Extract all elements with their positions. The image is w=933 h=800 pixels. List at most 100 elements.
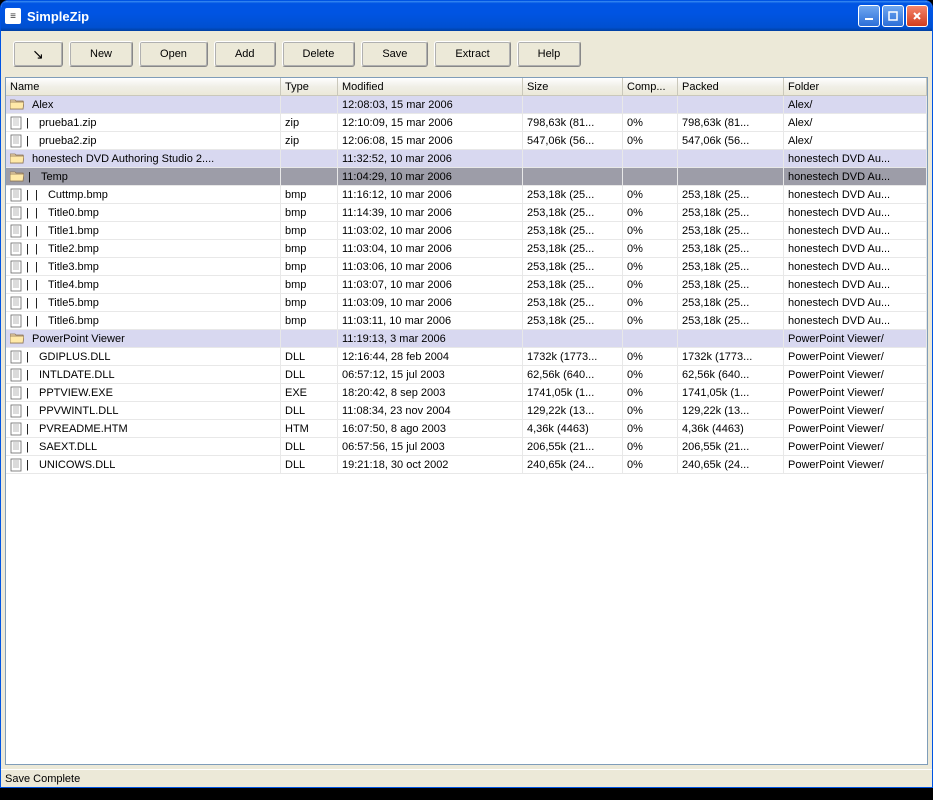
- column-header-modified[interactable]: Modified: [338, 78, 523, 95]
- close-button[interactable]: [906, 5, 928, 27]
- file-list: Name Type Modified Size Comp... Packed F…: [5, 77, 928, 765]
- maximize-button[interactable]: [882, 5, 904, 27]
- cell-name: PowerPoint Viewer: [6, 330, 281, 347]
- file-name: GDIPLUS.DLL: [39, 351, 111, 363]
- table-row[interactable]: | | Title6.bmpbmp11:03:11, 10 mar 200625…: [6, 312, 927, 330]
- cell-modified: 11:03:11, 10 mar 2006: [338, 312, 523, 329]
- cell-compression: 0%: [623, 114, 678, 131]
- cell-packed: 547,06k (56...: [678, 132, 784, 149]
- folder-icon: [10, 333, 24, 344]
- cell-size: 62,56k (640...: [523, 366, 623, 383]
- cell-type: [281, 168, 338, 185]
- cell-packed: 1741,05k (1...: [678, 384, 784, 401]
- table-row[interactable]: | PPTVIEW.EXEEXE18:20:42, 8 sep 20031741…: [6, 384, 927, 402]
- file-icon: [10, 368, 22, 382]
- folder-icon: [10, 153, 24, 164]
- column-header-packed[interactable]: Packed: [678, 78, 784, 95]
- cell-name: | UNICOWS.DLL: [6, 456, 281, 473]
- file-name: Title3.bmp: [48, 261, 99, 273]
- table-row[interactable]: | SAEXT.DLLDLL06:57:56, 15 jul 2003206,5…: [6, 438, 927, 456]
- cell-compression: 0%: [623, 258, 678, 275]
- save-button[interactable]: Save: [361, 41, 428, 67]
- cell-folder: honestech DVD Au...: [784, 258, 927, 275]
- cell-packed: [678, 96, 784, 113]
- column-header-compression[interactable]: Comp...: [623, 78, 678, 95]
- tree-view-button[interactable]: ↘: [13, 41, 63, 67]
- cell-packed: 206,55k (21...: [678, 438, 784, 455]
- cell-name: | INTLDATE.DLL: [6, 366, 281, 383]
- help-button[interactable]: Help: [517, 41, 582, 67]
- table-row[interactable]: | INTLDATE.DLLDLL06:57:12, 15 jul 200362…: [6, 366, 927, 384]
- table-row[interactable]: | | Title3.bmpbmp11:03:06, 10 mar 200625…: [6, 258, 927, 276]
- cell-compression: 0%: [623, 348, 678, 365]
- table-row[interactable]: | GDIPLUS.DLLDLL12:16:44, 28 feb 2004173…: [6, 348, 927, 366]
- file-name: UNICOWS.DLL: [39, 459, 115, 471]
- status-text: Save Complete: [5, 773, 80, 785]
- column-headers: Name Type Modified Size Comp... Packed F…: [6, 78, 927, 96]
- cell-folder: Alex/: [784, 96, 927, 113]
- cell-name: | SAEXT.DLL: [6, 438, 281, 455]
- cell-name: | Temp: [6, 168, 281, 185]
- table-row[interactable]: | | Title0.bmpbmp11:14:39, 10 mar 200625…: [6, 204, 927, 222]
- cell-packed: 253,18k (25...: [678, 186, 784, 203]
- cell-packed: 62,56k (640...: [678, 366, 784, 383]
- cell-name: | PPVWINTL.DLL: [6, 402, 281, 419]
- table-row[interactable]: | | Title5.bmpbmp11:03:09, 10 mar 200625…: [6, 294, 927, 312]
- file-name: Title0.bmp: [48, 207, 99, 219]
- table-row[interactable]: | | Title2.bmpbmp11:03:04, 10 mar 200625…: [6, 240, 927, 258]
- cell-name: | | Title6.bmp: [6, 312, 281, 329]
- file-icon: [10, 440, 22, 454]
- cell-type: DLL: [281, 456, 338, 473]
- file-name: Title5.bmp: [48, 297, 99, 309]
- cell-compression: [623, 96, 678, 113]
- table-row[interactable]: | prueba1.zipzip12:10:09, 15 mar 2006798…: [6, 114, 927, 132]
- file-rows[interactable]: Alex12:08:03, 15 mar 2006Alex/| prueba1.…: [6, 96, 927, 764]
- add-button[interactable]: Add: [214, 41, 276, 67]
- cell-size: 253,18k (25...: [523, 204, 623, 221]
- cell-packed: 1732k (1773...: [678, 348, 784, 365]
- table-row[interactable]: | | Title4.bmpbmp11:03:07, 10 mar 200625…: [6, 276, 927, 294]
- table-row[interactable]: | PVREADME.HTMHTM16:07:50, 8 ago 20034,3…: [6, 420, 927, 438]
- column-header-folder[interactable]: Folder: [784, 78, 927, 95]
- delete-button[interactable]: Delete: [282, 41, 356, 67]
- tree-indent: |: [26, 135, 35, 147]
- cell-type: bmp: [281, 276, 338, 293]
- tree-indent: | |: [26, 189, 44, 201]
- tree-indent: | |: [26, 225, 44, 237]
- open-button[interactable]: Open: [139, 41, 208, 67]
- cell-modified: 06:57:12, 15 jul 2003: [338, 366, 523, 383]
- table-row[interactable]: | Temp11:04:29, 10 mar 2006honestech DVD…: [6, 168, 927, 186]
- cell-compression: [623, 168, 678, 185]
- cell-modified: 12:10:09, 15 mar 2006: [338, 114, 523, 131]
- cell-packed: 253,18k (25...: [678, 258, 784, 275]
- extract-button[interactable]: Extract: [434, 41, 510, 67]
- column-header-type[interactable]: Type: [281, 78, 338, 95]
- table-row[interactable]: | | Title1.bmpbmp11:03:02, 10 mar 200625…: [6, 222, 927, 240]
- status-bar: Save Complete: [1, 769, 932, 787]
- file-name: SAEXT.DLL: [39, 441, 97, 453]
- table-row[interactable]: Alex12:08:03, 15 mar 2006Alex/: [6, 96, 927, 114]
- cell-type: DLL: [281, 438, 338, 455]
- column-header-name[interactable]: Name: [6, 78, 281, 95]
- cell-modified: 18:20:42, 8 sep 2003: [338, 384, 523, 401]
- cell-type: zip: [281, 114, 338, 131]
- new-button[interactable]: New: [69, 41, 133, 67]
- table-row[interactable]: | UNICOWS.DLLDLL19:21:18, 30 oct 2002240…: [6, 456, 927, 474]
- table-row[interactable]: PowerPoint Viewer11:19:13, 3 mar 2006Pow…: [6, 330, 927, 348]
- cell-type: zip: [281, 132, 338, 149]
- file-icon: [10, 134, 22, 148]
- cell-modified: 16:07:50, 8 ago 2003: [338, 420, 523, 437]
- table-row[interactable]: honestech DVD Authoring Studio 2....11:3…: [6, 150, 927, 168]
- file-icon: [10, 278, 22, 292]
- cell-packed: 253,18k (25...: [678, 204, 784, 221]
- minimize-button[interactable]: [858, 5, 880, 27]
- table-row[interactable]: | prueba2.zipzip12:06:08, 15 mar 2006547…: [6, 132, 927, 150]
- cell-compression: [623, 330, 678, 347]
- cell-folder: honestech DVD Au...: [784, 276, 927, 293]
- table-row[interactable]: | | Cuttmp.bmpbmp11:16:12, 10 mar 200625…: [6, 186, 927, 204]
- cell-packed: 253,18k (25...: [678, 240, 784, 257]
- file-icon: [10, 458, 22, 472]
- titlebar[interactable]: ≡ SimpleZip: [1, 1, 932, 31]
- column-header-size[interactable]: Size: [523, 78, 623, 95]
- table-row[interactable]: | PPVWINTL.DLLDLL11:08:34, 23 nov 200412…: [6, 402, 927, 420]
